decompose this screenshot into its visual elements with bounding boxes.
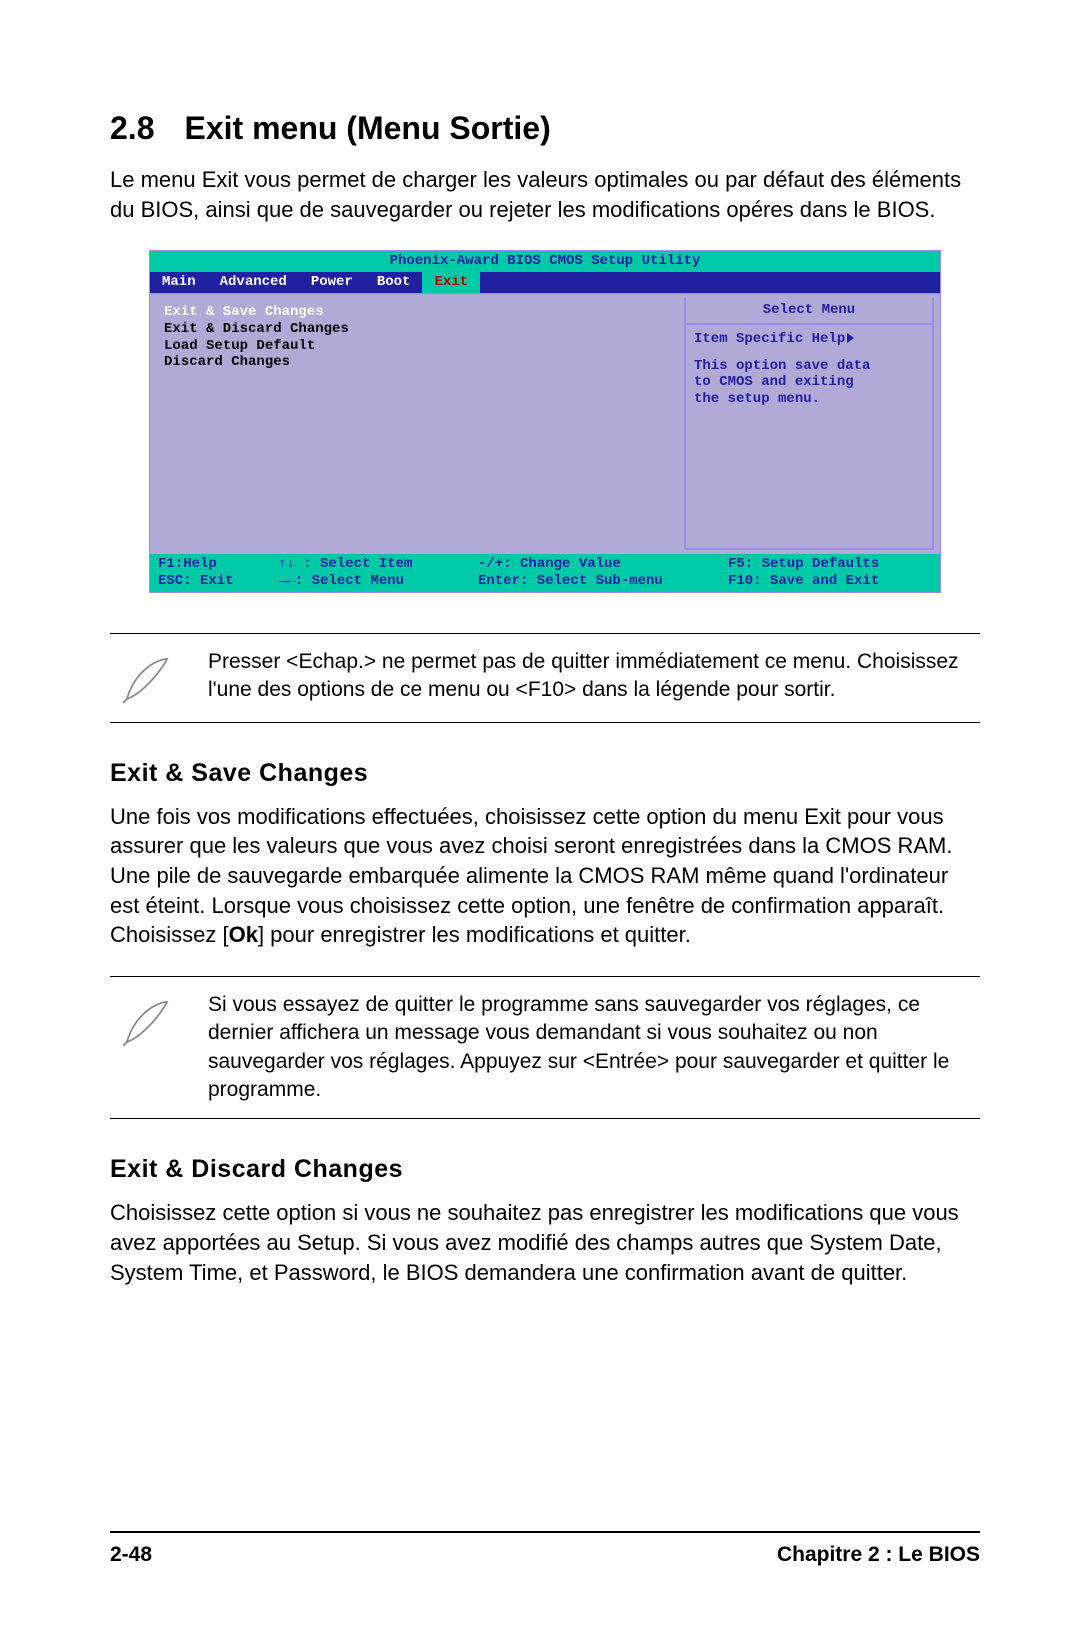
bios-key-select-menu: →←: Select Menu [278, 573, 478, 590]
bios-item-discard[interactable]: Discard Changes [164, 354, 670, 371]
exit-discard-paragraph: Choisissez cette option si vous ne souha… [110, 1198, 980, 1287]
bios-tab-advanced[interactable]: Advanced [208, 272, 299, 293]
bios-menu-bar: Main Advanced Power Boot Exit [150, 272, 940, 293]
note-1-text: Presser <Echap.> ne permet pas de quitte… [208, 648, 980, 708]
bios-key-select-item: ↑↓ : Select Item [278, 556, 478, 573]
bios-key-enter: Enter: Select Sub-menu [478, 573, 728, 590]
bios-help-label: Item Specific Help [694, 331, 845, 348]
bios-key-defaults: F5: Setup Defaults [728, 556, 879, 573]
exit-save-text-b: ] pour enregistrer les modifications et … [258, 922, 691, 947]
chapter-label: Chapitre 2 : Le BIOS [777, 1543, 980, 1567]
bios-title: Phoenix-Award BIOS CMOS Setup Utility [150, 251, 940, 272]
bios-screenshot: Phoenix-Award BIOS CMOS Setup Utility Ma… [149, 250, 941, 592]
bios-help-title: Select Menu [686, 298, 932, 325]
page-footer: 2-48 Chapitre 2 : Le BIOS [110, 1531, 980, 1567]
bios-key-exit: ESC: Exit [158, 573, 278, 590]
ok-label: Ok [229, 922, 258, 947]
subheading-exit-save: Exit & Save Changes [110, 759, 980, 788]
bios-item-exit-discard[interactable]: Exit & Discard Changes [164, 321, 670, 338]
note-2-text: Si vous essayez de quitter le programme … [208, 991, 980, 1104]
intro-paragraph: Le menu Exit vous permet de charger les … [110, 165, 980, 224]
bios-tab-main[interactable]: Main [150, 272, 208, 293]
bios-help-pane: Select Menu Item Specific Help This opti… [684, 298, 934, 550]
bios-help-line1: This option save data [694, 358, 924, 375]
bios-item-load-default[interactable]: Load Setup Default [164, 338, 670, 355]
section-heading: 2.8 Exit menu (Menu Sortie) [110, 110, 980, 147]
bios-tab-exit[interactable]: Exit [422, 272, 480, 293]
bios-tab-boot[interactable]: Boot [365, 272, 423, 293]
note-block-2: Si vous essayez de quitter le programme … [110, 976, 980, 1119]
bios-footer: F1:Help ↑↓ : Select Item -/+: Change Val… [150, 554, 940, 592]
note-block-1: Presser <Echap.> ne permet pas de quitte… [110, 633, 980, 723]
triangle-right-icon [847, 333, 854, 343]
quill-icon [110, 648, 182, 708]
section-title-text: Exit menu (Menu Sortie) [184, 110, 550, 146]
exit-save-paragraph: Une fois vos modifications effectuées, c… [110, 802, 980, 950]
section-number: 2.8 [110, 110, 154, 146]
bios-tab-power[interactable]: Power [299, 272, 365, 293]
quill-icon [110, 991, 182, 1104]
bios-item-exit-save[interactable]: Exit & Save Changes [164, 304, 670, 321]
bios-key-change-val: -/+: Change Value [478, 556, 728, 573]
bios-key-save-exit: F10: Save and Exit [728, 573, 879, 590]
bios-items: Exit & Save Changes Exit & Discard Chang… [150, 294, 684, 554]
bios-key-help: F1:Help [158, 556, 278, 573]
bios-help-line3: the setup menu. [694, 391, 924, 408]
bios-help-line2: to CMOS and exiting [694, 374, 924, 391]
subheading-exit-discard: Exit & Discard Changes [110, 1155, 980, 1184]
page-number: 2-48 [110, 1543, 152, 1567]
